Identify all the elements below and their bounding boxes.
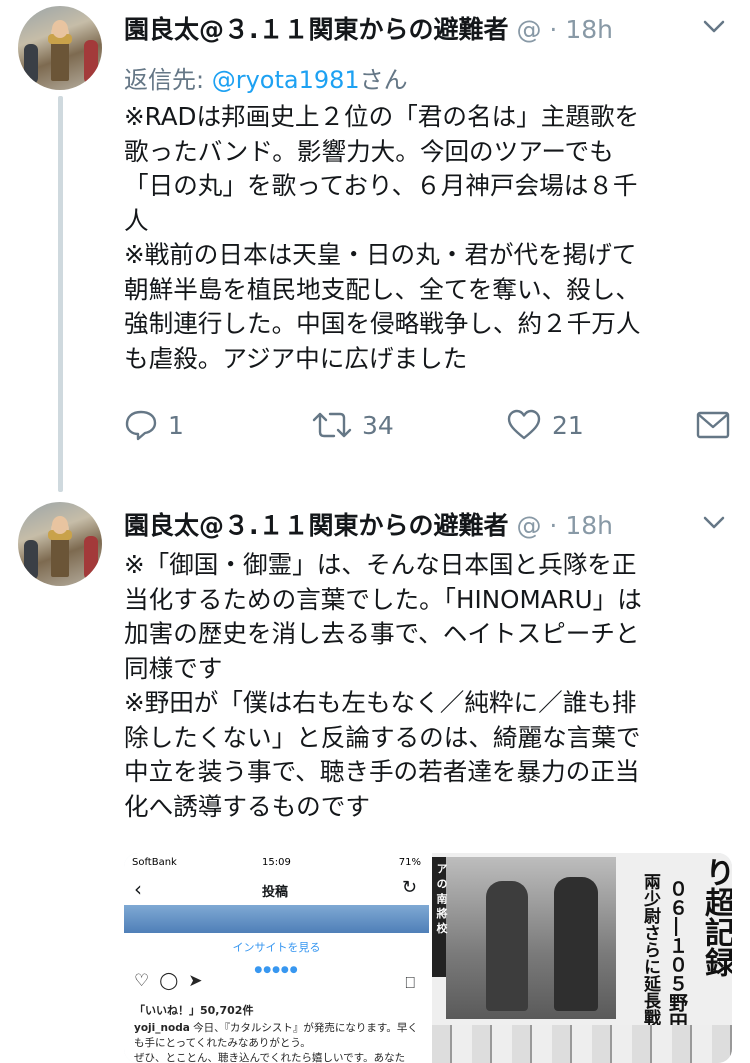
chevron-down-icon[interactable]: [700, 12, 728, 40]
newspaper-bottom-strip: [432, 1025, 732, 1063]
retweet-count: 34: [362, 410, 394, 440]
retweet-icon: [312, 412, 352, 438]
tweet-line: 同様です: [124, 653, 223, 683]
tweet-line: 人: [124, 205, 149, 235]
tweet-line: ※戦前の日本は天皇・日の丸・君が代を掲げて: [124, 240, 637, 269]
tweet-text: ※「御国・御霊」は、そんな日本国と兵隊を正 当化するための言葉でした。「HINO…: [124, 548, 724, 824]
send-icon: ➤: [188, 971, 203, 991]
tweet-line: 加害の歴史を消し去る事で、ヘイトスピーチと: [124, 619, 640, 648]
avatar[interactable]: [18, 6, 102, 90]
separator-dot: ·: [549, 511, 558, 540]
newspaper-headline: り超記録: [699, 857, 732, 977]
phone-status-bar: SoftBank 15:09 71%: [124, 853, 429, 875]
tweet-line: ※野田が「僕は右も左もなく／純粋に／誰も排: [124, 688, 637, 717]
thread-connector: [58, 96, 63, 492]
envelope-icon: [696, 411, 730, 439]
avatar[interactable]: [18, 502, 102, 586]
ig-title: 投稿: [262, 885, 289, 900]
ig-nav-bar: ‹ 投稿 ↻: [124, 875, 429, 905]
heart-icon: [507, 409, 541, 440]
tweet-header: 園良太@３.１１関東からの避難者 @ · 18h: [124, 506, 613, 542]
reply-to: 返信先: @ryota1981さん: [124, 60, 408, 95]
reply-prefix: 返信先:: [124, 66, 212, 94]
ig-photo: [124, 905, 429, 933]
instagram-screenshot[interactable]: SoftBank 15:09 71% ‹ 投稿 ↻ インサイトを見る ●●●●●…: [124, 853, 432, 1063]
carrier: SoftBank: [132, 857, 177, 868]
tweet-line: 歌ったバンド。影響力大。今回のツアーでも: [124, 136, 614, 166]
reply-count: 1: [168, 410, 184, 440]
display-name[interactable]: 園良太@３.１１関東からの避難者: [124, 15, 509, 44]
share-button[interactable]: [696, 405, 730, 445]
reply-button[interactable]: 1: [124, 405, 184, 445]
handle[interactable]: @: [516, 511, 541, 540]
tweet-line: ※RADは邦画史上２位の「君の名は」主題歌を: [124, 102, 640, 131]
handle[interactable]: @: [516, 15, 541, 44]
reply-icon: [125, 410, 157, 441]
tweet-line: 当化するための言葉でした。「HINOMARU」は: [124, 584, 642, 614]
reply-handle-link[interactable]: @ryota1981: [212, 66, 360, 94]
tweet-line: 化へ誘導するものです: [124, 791, 370, 821]
ig-caption-user: yoji_noda: [134, 1022, 190, 1034]
clock: 15:09: [262, 857, 291, 868]
tweet-line: も虐殺。アジア中に広げました: [124, 343, 468, 373]
tweet-actions: 1 34 21: [124, 405, 734, 445]
ig-action-icons: ♡ ◯ ➤: [134, 971, 213, 991]
tweet-line: ※「御国・御霊」は、そんな日本国と兵隊を正: [124, 550, 637, 579]
newspaper-side-text: ア の 南 將 校: [435, 863, 448, 934]
retweet-button[interactable]: 34: [312, 405, 394, 445]
tweet-media[interactable]: SoftBank 15:09 71% ‹ 投稿 ↻ インサイトを見る ●●●●●…: [124, 853, 732, 1063]
bookmark-icon: ⎕: [405, 973, 415, 992]
chevron-down-icon[interactable]: [700, 508, 728, 536]
tweet-line: 強制連行した。中国を侵略戦争し、約２千万人: [124, 309, 641, 338]
ig-likes: 「いいね！」50,702件: [134, 1004, 254, 1017]
tweet-line: 「日の丸」を歌っており、６月神戸会場は８千: [124, 171, 638, 200]
newspaper-subheadline: ０６―１０５野田: [666, 879, 688, 1031]
back-icon: ‹: [134, 877, 142, 901]
ig-caption: yoji_noda 今日、『カタルシスト』が発売になります。早くも手にとってくれ…: [134, 1021, 419, 1063]
newspaper-side-banner: ア の 南 將 校: [432, 857, 448, 977]
refresh-icon: ↻: [401, 877, 417, 898]
newspaper-photo: [446, 857, 616, 1019]
heart-icon: ♡: [134, 971, 150, 991]
newspaper-subheadline: 兩少尉さらに延長戰: [640, 873, 660, 1026]
battery: 71%: [398, 857, 421, 868]
like-count: 21: [552, 410, 584, 440]
tweet-line: 除したくない」と反論するのは、綺麗な言葉で: [124, 722, 641, 752]
display-name[interactable]: 園良太@３.１１関東からの避難者: [124, 511, 509, 540]
tweet-line: 朝鮮半島を植民地支配し、全てを奪い、殺し、: [124, 274, 640, 304]
comment-icon: ◯: [159, 971, 179, 991]
like-button[interactable]: 21: [506, 405, 584, 445]
separator-dot: ·: [549, 15, 558, 44]
tweet-header: 園良太@３.１１関東からの避難者 @ · 18h: [124, 10, 613, 46]
ig-insight-link: インサイトを見る: [232, 941, 321, 954]
reply-suffix: さん: [359, 66, 408, 94]
tweet-line: 中立を装う事で、聴き手の若者達を暴力の正当: [124, 757, 640, 786]
newspaper-clipping[interactable]: ア の 南 將 校 り超記録 ０６―１０５野田 兩少尉さらに延長戰: [432, 853, 732, 1063]
tweet-text: ※RADは邦画史上２位の「君の名は」主題歌を 歌ったバンド。影響力大。今回のツア…: [124, 100, 724, 376]
timestamp[interactable]: 18h: [565, 511, 613, 540]
timestamp[interactable]: 18h: [565, 15, 613, 44]
